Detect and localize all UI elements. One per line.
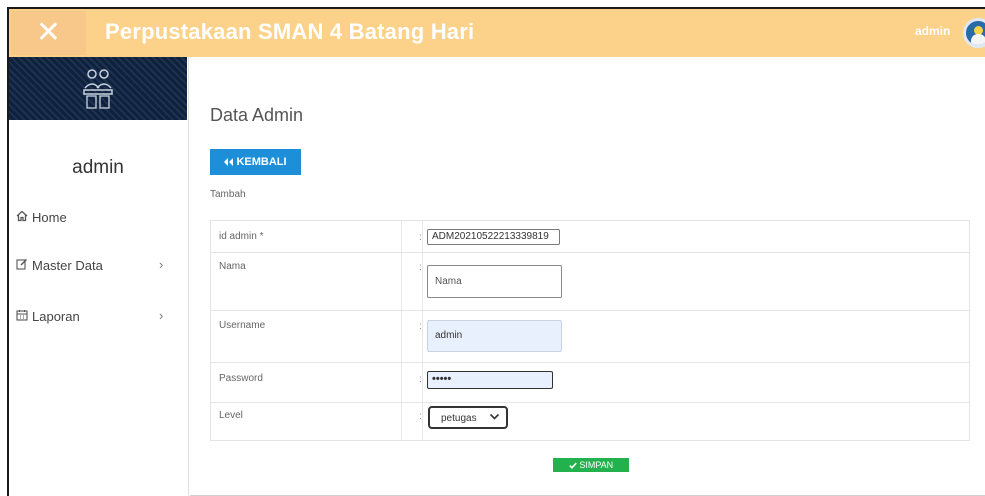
top-user-name[interactable]: admin [915,24,950,38]
nama-placeholder: Nama [435,276,462,287]
sidebar-item-master-data[interactable]: Master Data › [9,256,187,278]
field-separator: : [419,321,422,332]
sidebar-item-label: Laporan [32,309,80,324]
nama-field[interactable]: Nama [427,265,562,298]
form-row-nama: Nama : Nama [211,253,969,311]
sidebar-item-home[interactable]: Home [9,208,187,230]
sidebar-item-laporan[interactable]: Laporan › [9,307,187,329]
field-separator: : [419,374,422,385]
level-select-value: petugas [441,413,477,424]
section-label: Tambah [210,189,246,200]
page-title: Data Admin [210,105,304,125]
save-button-label: SIMPAN [579,460,614,470]
library-illustration-icon [9,57,187,120]
top-navbar: ✕ Perpustakaan SMAN 4 Batang Hari admin [9,9,985,57]
field-label: Level [219,410,243,421]
field-separator: : [419,262,422,273]
sidebar-item-label: Home [32,210,67,225]
save-button[interactable]: SIMPAN [553,458,629,472]
chevron-down-icon [489,411,500,425]
sidebar-user-name: admin [72,157,124,178]
sidebar: admin Home Master Data › Laporan › [9,57,189,496]
field-separator: : [419,411,422,422]
id-admin-field[interactable]: ADM20210522213339819 [427,229,560,245]
form-row-id-admin: id admin * : ADM20210522213339819 [211,221,969,253]
chevron-right-icon: › [159,257,164,272]
close-icon[interactable]: ✕ [11,11,86,55]
field-label: id admin * [219,231,264,242]
edit-icon [16,258,30,272]
sidebar-item-label: Master Data [32,258,103,273]
check-icon [569,460,580,470]
user-avatar-icon[interactable] [963,18,985,48]
calendar-icon [16,309,30,323]
password-field[interactable]: ••••• [427,371,553,389]
form-row-username: Username : admin [211,311,969,363]
chevron-right-icon: › [159,308,164,323]
field-label: Nama [219,261,246,272]
back-button[interactable]: KEMBALI [210,149,301,175]
form-row-level: Level : petugas [211,403,969,440]
level-select[interactable]: petugas [428,406,508,429]
app-title: Perpustakaan SMAN 4 Batang Hari [105,19,475,44]
admin-form: id admin * : ADM20210522213339819 Nama :… [210,220,970,441]
field-separator: : [419,232,422,243]
field-label: Username [219,320,266,331]
app-window: ✕ Perpustakaan SMAN 4 Batang Hari admin … [7,7,985,496]
home-icon [16,210,30,224]
field-label: Password [219,373,263,384]
form-row-password: Password : ••••• [211,363,969,403]
main-content: Data Admin KEMBALI Tambah id admin * : A… [190,57,985,496]
back-button-label: KEMBALI [236,156,287,168]
username-field[interactable]: admin [427,320,562,352]
double-chevron-left-icon [224,156,236,168]
